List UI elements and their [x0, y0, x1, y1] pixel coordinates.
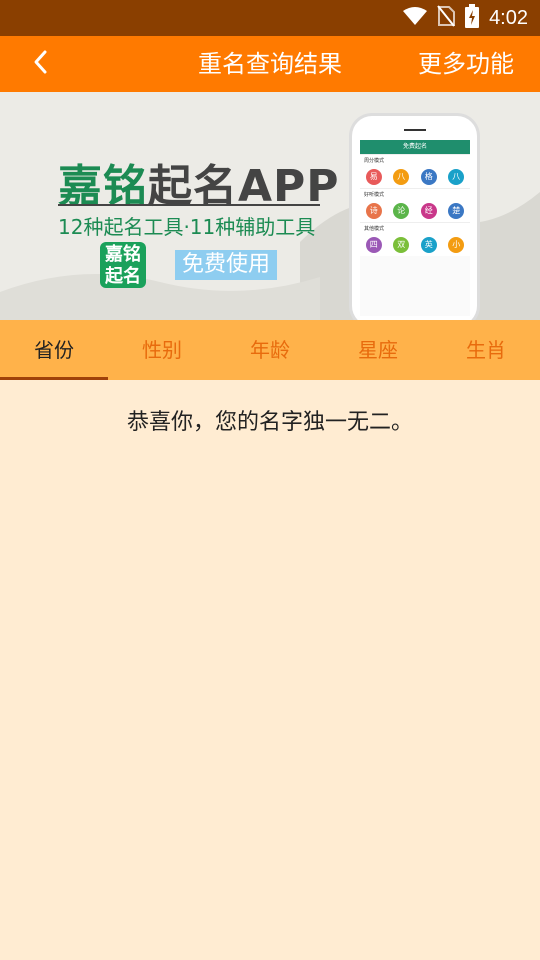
- tab-bar: 省份 性别 年龄 星座 生肖: [0, 320, 540, 380]
- phone-header: 免费起名: [360, 140, 470, 154]
- wifi-icon: [403, 6, 428, 30]
- banner-subline: 12种起名工具·11种辅助工具: [58, 215, 316, 239]
- app-bar: 重名查询结果 更多功能: [0, 36, 540, 92]
- no-sim-icon: [437, 5, 456, 31]
- tab-province[interactable]: 省份: [0, 320, 108, 380]
- phone-icon-row: 四双英小: [360, 234, 470, 256]
- phone-icon-row: 易八格八: [360, 166, 470, 188]
- status-icons: 4:02: [403, 0, 528, 36]
- phone-app-icon: 小: [448, 237, 465, 253]
- back-button[interactable]: [20, 48, 60, 80]
- phone-section-title: 周分模式: [360, 154, 470, 166]
- more-features-button[interactable]: 更多功能: [418, 36, 514, 92]
- status-time: 4:02: [489, 6, 528, 29]
- phone-app-icon: 八: [448, 169, 465, 185]
- phone-app-icon: 易: [365, 169, 382, 185]
- chevron-left-icon: [32, 49, 48, 79]
- phone-app-icon: 经: [420, 203, 437, 219]
- free-use-label: 免费使用: [175, 250, 277, 280]
- phone-app-icon: 英: [420, 237, 437, 253]
- phone-screen: 免费起名 周分模式易八格八好听模式诗论经楚其他模式四双英小: [360, 140, 470, 316]
- phone-app-icon: 八: [393, 169, 410, 185]
- app-logo: 嘉铭 起名: [100, 242, 146, 288]
- phone-section-title: 好听模式: [360, 188, 470, 200]
- phone-app-icon: 双: [393, 237, 410, 253]
- phone-app-icon: 诗: [365, 203, 382, 219]
- promo-banner[interactable]: 嘉铭起名APP 12种起名工具·11种辅助工具 嘉铭 起名 免费使用 免费起名 …: [0, 92, 540, 320]
- tab-age[interactable]: 年龄: [216, 320, 324, 380]
- logo-line1: 嘉铭: [105, 244, 141, 265]
- tab-constellation[interactable]: 星座: [324, 320, 432, 380]
- phone-app-icon: 楚: [448, 203, 465, 219]
- phone-section-title: 其他模式: [360, 222, 470, 234]
- result-message: 恭喜你，您的名字独一无二。: [126, 410, 413, 435]
- phone-app-icon: 格: [420, 169, 437, 185]
- battery-charging-icon: [465, 4, 480, 32]
- status-bar: 4:02: [0, 0, 540, 36]
- divider: [58, 204, 320, 206]
- phone-mockup: 免费起名 周分模式易八格八好听模式诗论经楚其他模式四双英小: [352, 116, 477, 320]
- phone-app-icon: 四: [365, 237, 382, 253]
- phone-icon-row: 诗论经楚: [360, 200, 470, 222]
- tab-gender[interactable]: 性别: [108, 320, 216, 380]
- logo-line2: 起名: [105, 266, 141, 287]
- phone-speaker: [404, 129, 426, 131]
- phone-app-icon: 论: [393, 203, 410, 219]
- tab-zodiac[interactable]: 生肖: [432, 320, 540, 380]
